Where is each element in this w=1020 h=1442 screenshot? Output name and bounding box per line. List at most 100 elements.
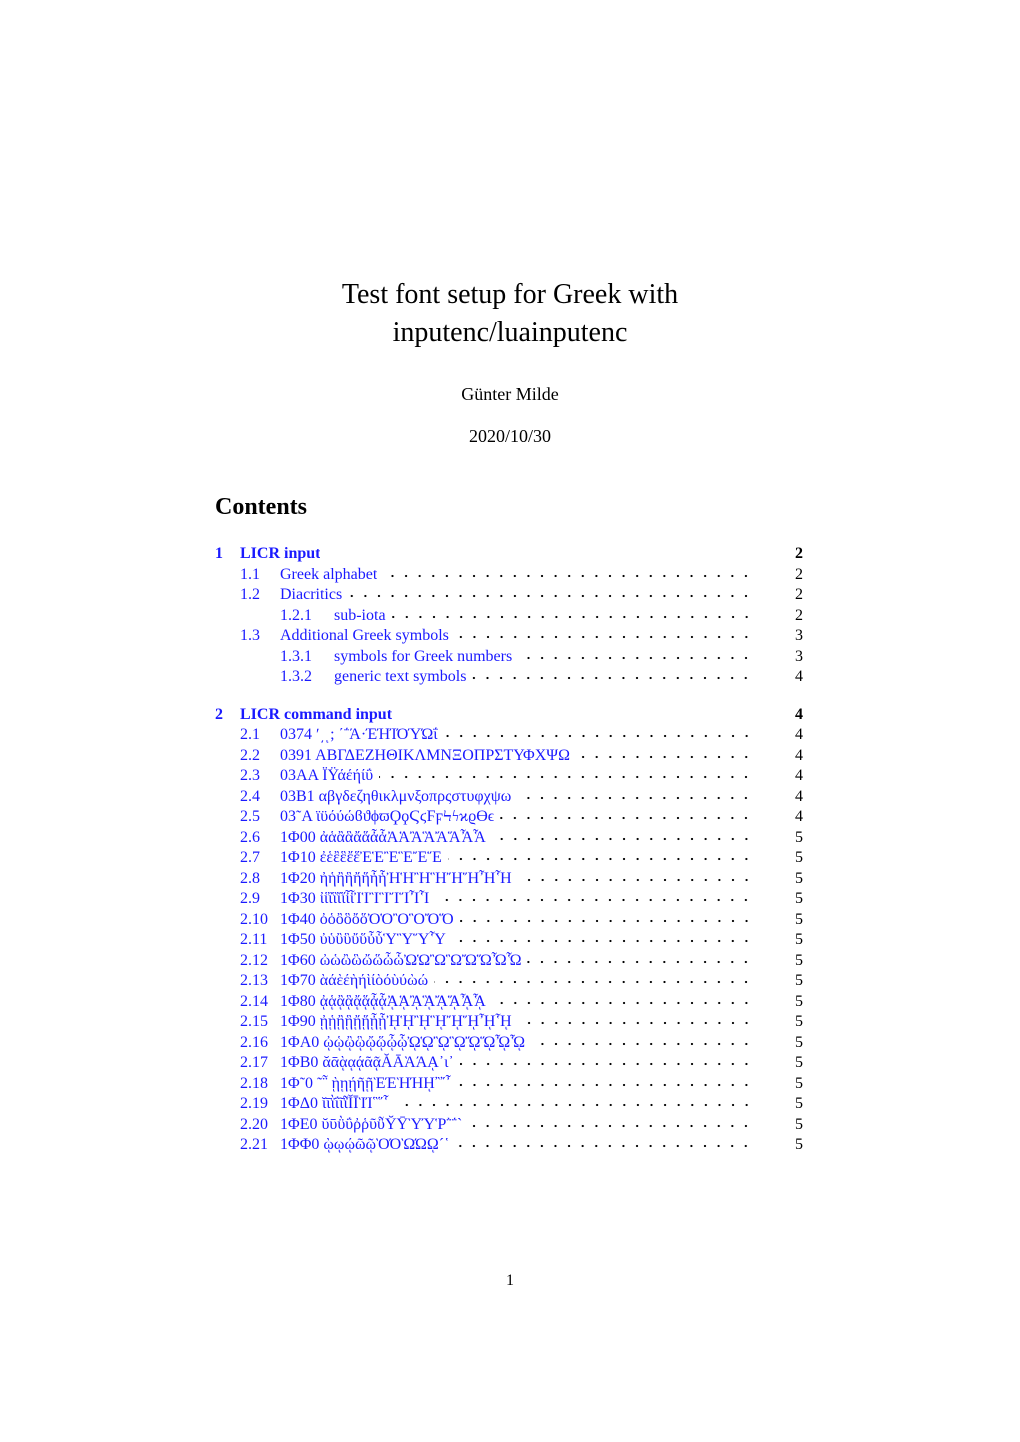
dot-leader [447, 842, 753, 862]
toc-entry-title[interactable]: LICR command input [240, 705, 392, 726]
dot-leader [500, 801, 753, 821]
toc-entry-page: 5 [795, 869, 803, 887]
toc-entry-page: 5 [795, 972, 803, 989]
dot-leader [517, 1006, 753, 1026]
dot-leader [383, 558, 753, 579]
toc-entry-title[interactable]: 1ΦB0 ᾰᾱᾲᾳᾴᾶᾷᾸᾹᾺΆᾼ᾽ι᾿ [280, 1053, 454, 1074]
dot-leader [326, 538, 753, 558]
dot-leader [459, 1047, 753, 1067]
toc-entry-number[interactable]: 2.11 [240, 930, 280, 951]
toc-entry-page: 5 [795, 828, 803, 846]
toc-entry-title[interactable]: LICR input [240, 544, 320, 565]
toc-entry-title[interactable]: 1Φ30 ἰἱἲἳἴἵἶἷἸἹἺἻἼἽἾἿ [280, 889, 429, 910]
toc-entry-page: 5 [795, 910, 803, 928]
toc-entry-page: 5 [795, 1074, 803, 1092]
dot-leader [517, 780, 753, 801]
toc-entry-number[interactable]: 2.10 [240, 910, 280, 931]
toc-entry-title[interactable]: 1Φ70 ὰάὲέὴήὶίὸόὺύὼώ [280, 971, 428, 992]
toc-entry-title[interactable]: 1Φ40 ὀὁὂὃὄὅὈὉὊὋὌὍ [280, 910, 454, 931]
toc-entry-number[interactable]: 2.21 [240, 1135, 280, 1156]
toc-entry-number[interactable]: 2.3 [240, 766, 280, 787]
toc-entry-title[interactable]: Diacritics [280, 585, 342, 606]
toc-entry-number[interactable]: 2.18 [240, 1074, 280, 1095]
toc-entry-page: 5 [795, 1054, 803, 1071]
dot-leader [435, 883, 753, 903]
toc-entry-title[interactable]: 1Φ80 ᾀᾁᾂᾃᾄᾅᾆᾇᾈᾉᾊᾋᾌᾍᾎᾏ [280, 992, 486, 1013]
page-number: 1 [506, 1272, 514, 1289]
toc-entry-page: 4 [795, 726, 803, 743]
dot-leader [575, 739, 753, 760]
document-title: Test font setup for Greek with inputenc/… [0, 276, 1020, 352]
dot-leader [468, 1108, 753, 1129]
toc-entry-number[interactable]: 2.17 [240, 1053, 280, 1074]
toc-entry-number[interactable]: 2.16 [240, 1033, 280, 1054]
toc-entry-number[interactable]: 1 [215, 544, 240, 565]
toc-entry-number[interactable]: 2.20 [240, 1115, 280, 1136]
toc-entry-number[interactable]: 2.13 [240, 971, 280, 992]
dot-leader [391, 599, 753, 620]
toc-entry-number[interactable]: 2.7 [240, 848, 280, 869]
dot-leader [443, 719, 753, 739]
contents-heading: Contents [215, 494, 308, 520]
toc-entry-title[interactable]: 1Φ10 ἐἑἒἓἔἕἘἙἚἛἜἝ [280, 848, 442, 869]
toc-entry-number[interactable]: 1.3 [240, 626, 280, 647]
toc-entry-number[interactable]: 2.1 [240, 725, 280, 746]
dot-leader [434, 965, 753, 985]
toc-entry-title[interactable]: 1Φ90 ᾐᾑᾒᾓᾔᾕᾖᾗᾘᾙᾚᾛᾜᾝᾞᾟ [280, 1012, 512, 1033]
toc-entry-page: 4 [795, 705, 803, 723]
toc-entry-number[interactable]: 1.1 [240, 565, 280, 586]
toc-entry-page: 3 [795, 627, 803, 644]
dot-leader [379, 760, 753, 780]
dot-leader [527, 944, 753, 965]
toc-entry-page: 2 [795, 545, 803, 562]
toc-entry-page: 3 [795, 647, 803, 665]
toc-entry-number[interactable]: 2.19 [240, 1094, 280, 1115]
toc-entry-number[interactable]: 1.3.2 [280, 667, 334, 688]
toc-entry-title[interactable]: 1ΦΦ0 ῲῳῴῶῷῸΌῺΏῼ´῾ [280, 1135, 449, 1156]
title-line-1: Test font setup for Greek with [341, 279, 679, 310]
toc-entry[interactable]: 1 LICR input 2 [215, 538, 803, 562]
toc-entry-number[interactable]: 2.8 [240, 869, 280, 890]
toc-entry-title[interactable]: Additional Greek symbols [280, 626, 449, 647]
toc-entry-page: 5 [795, 951, 803, 969]
dot-leader [517, 862, 753, 883]
toc-entry-number[interactable]: 2.9 [240, 889, 280, 910]
toc-entry-title[interactable]: generic text symbols [334, 667, 466, 688]
toc-entry-page: 4 [795, 787, 803, 805]
toc-entry-page: 5 [795, 849, 803, 866]
toc-entry-page: 5 [795, 1115, 803, 1133]
toc-entry-number[interactable]: 2.2 [240, 746, 280, 767]
toc-entry-page: 2 [795, 565, 803, 583]
toc-entry-number[interactable]: 2.12 [240, 951, 280, 972]
toc-entry-number[interactable]: 2.14 [240, 992, 280, 1013]
toc-entry-title[interactable]: 03˜A ϊϋόύώϐϑϕϖϘϙϚϛϜϝϞϟϰϱϴϵ [280, 807, 494, 828]
dot-leader [491, 821, 753, 842]
toc-entry[interactable]: 2 LICR command input 4 [215, 699, 803, 723]
toc-entry-page: 2 [795, 606, 803, 624]
toc-entry-number[interactable]: 1.3.1 [280, 647, 334, 668]
toc-entry-page: 4 [795, 746, 803, 764]
toc-entry-number[interactable]: 2.6 [240, 828, 280, 849]
dot-leader [348, 579, 753, 599]
toc-entry-number[interactable]: 1.2.1 [280, 606, 334, 627]
toc-entry-number[interactable]: 2.15 [240, 1012, 280, 1033]
dot-leader [456, 1067, 753, 1088]
dot-leader [472, 661, 753, 681]
toc-entry-title[interactable]: 1Φ50 ὐὑὒὓὔὕὖὗὙὛὝὟ [280, 930, 446, 951]
dot-leader [455, 1129, 753, 1149]
toc-entry-page: 5 [795, 890, 803, 907]
toc-entry-number[interactable]: 1.2 [240, 585, 280, 606]
toc-entry-title[interactable]: 0374 ʹ͵ͺ; ΄΅Ά·ΈΉΊΌΎΏΐ [280, 725, 438, 746]
dot-leader [451, 924, 753, 944]
dot-leader [530, 1026, 753, 1047]
toc-entry-number[interactable]: 2 [215, 705, 240, 726]
toc-entry-page: 5 [795, 931, 803, 948]
toc-entry-title[interactable]: 1ΦE0 ῠῡῢΰῤῥῦῧῨῩῪΎῬ῭΅` [280, 1115, 462, 1136]
toc-entry-title[interactable]: 1ΦΔ0 ῐῑῒΐῖῗῘῙῚΊ῝῞῟ [280, 1094, 389, 1115]
toc-entry-page: 5 [795, 1013, 803, 1030]
toc-entry-title[interactable]: 03AA ΪΫάέήίΰ [280, 766, 373, 787]
toc-entry-title[interactable]: 03B1 αβγδεζηθικλμνξοπρςστυφχψω [280, 787, 511, 808]
toc-entry-title[interactable]: sub-iota [334, 606, 386, 627]
toc-entry-number[interactable]: 2.5 [240, 807, 280, 828]
toc-entry-number[interactable]: 2.4 [240, 787, 280, 808]
